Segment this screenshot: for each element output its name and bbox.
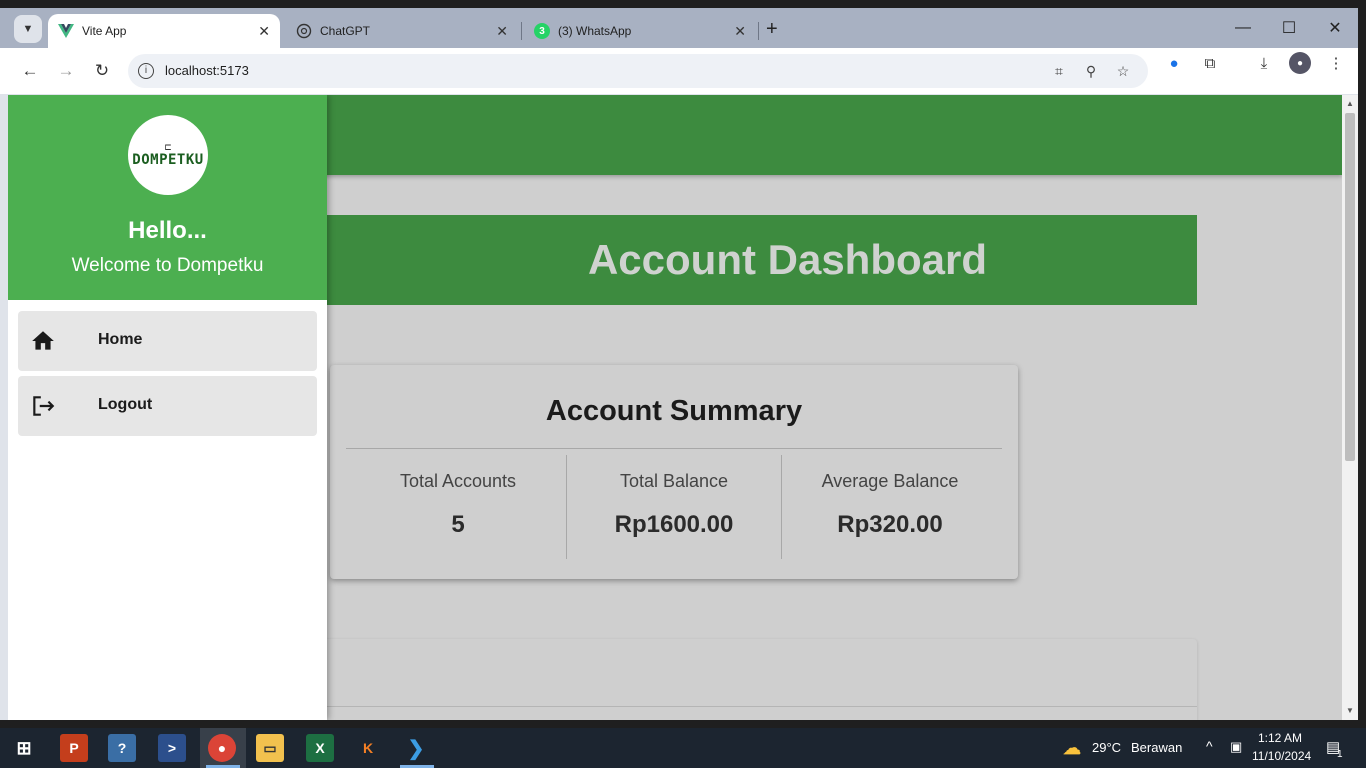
close-icon[interactable]: ✕ xyxy=(734,23,746,40)
scroll-down-icon[interactable]: ▼ xyxy=(1345,706,1355,716)
vscode-icon[interactable]: ❯ xyxy=(402,734,430,762)
page-scrollbar[interactable]: ▲ ▼ xyxy=(1342,95,1358,720)
notification-count: 1 xyxy=(1337,749,1343,760)
navigation-drawer: ⊏ DOMPETKU Hello... Welcome to Dompetku … xyxy=(8,95,327,720)
close-icon[interactable]: ✕ xyxy=(258,23,270,40)
wallet-icon: ⊏ xyxy=(164,142,172,152)
close-icon[interactable]: ✕ xyxy=(496,23,508,40)
stat-label: Total Accounts xyxy=(399,471,517,491)
tab-title: (3) WhatsApp xyxy=(558,24,632,38)
weather-temp: 29°C xyxy=(1092,740,1122,755)
greeting: Hello... xyxy=(128,217,207,244)
tab-search-button[interactable]: ▼ xyxy=(14,15,42,43)
powershell-icon[interactable]: > xyxy=(158,734,186,762)
stat-value: Rp320.00 xyxy=(837,511,943,538)
chatgpt-icon xyxy=(296,23,312,39)
translate-icon[interactable]: ⌗ xyxy=(1050,62,1068,80)
new-tab-button[interactable]: + xyxy=(766,18,778,41)
app-logo: ⊏ DOMPETKU xyxy=(128,115,208,195)
stat-total-accounts: Total Accounts 5 xyxy=(350,455,566,559)
nav-label: Home xyxy=(98,331,143,348)
clock-date[interactable]: 11/10/2024 xyxy=(1252,749,1311,763)
meet-icon[interactable]: ▣ xyxy=(1230,739,1242,755)
summary-title: Account Summary xyxy=(545,395,803,427)
tab-strip: ▼ Vite App ✕ ChatGPT ✕ 3 (3) WhatsApp ✕ xyxy=(0,8,1358,48)
scroll-up-icon[interactable]: ▲ xyxy=(1345,99,1355,109)
address-bar[interactable]: i localhost:5173 ⌗ ⚲ ☆ xyxy=(128,54,1148,88)
weather-icon[interactable]: ☁ xyxy=(1058,734,1086,762)
tab-vite-app[interactable]: Vite App ✕ xyxy=(48,14,280,48)
stat-label: Average Balance xyxy=(821,471,959,491)
account-summary-card: Account Summary Total Accounts 5 Total B… xyxy=(330,365,1018,579)
bookmark-star-icon[interactable]: ☆ xyxy=(1114,62,1132,80)
extension-icon[interactable]: ● xyxy=(1163,52,1185,74)
tab-chatgpt[interactable]: ChatGPT ✕ xyxy=(286,14,518,48)
download-icon[interactable]: ⤓ xyxy=(1253,52,1275,74)
maximize-button[interactable]: ☐ xyxy=(1266,14,1312,42)
welcome-text: Welcome to Dompetku xyxy=(71,255,264,276)
menu-dots-icon[interactable]: ⋮ xyxy=(1325,52,1347,74)
tab-separator xyxy=(521,22,522,40)
clock-time[interactable]: 1:12 AM xyxy=(1258,731,1302,745)
whatsapp-icon: 3 xyxy=(534,23,550,39)
stat-total-balance: Total Balance Rp1600.00 xyxy=(566,455,782,559)
nav-item-logout[interactable]: Logout xyxy=(18,376,317,436)
page-viewport: Account Dashboard Account Summary Total … xyxy=(8,95,1342,720)
reload-button[interactable]: ↻ xyxy=(90,59,114,83)
home-icon xyxy=(30,328,56,354)
chevron-up-icon[interactable]: ^ xyxy=(1206,738,1213,754)
stat-value: Rp1600.00 xyxy=(614,511,734,538)
close-window-button[interactable]: ✕ xyxy=(1312,14,1358,42)
scroll-thumb[interactable] xyxy=(1345,113,1355,461)
nav-label: Logout xyxy=(98,396,153,413)
puzzle-icon[interactable]: ⧉ xyxy=(1199,52,1221,74)
dashboard-title: Account Dashboard xyxy=(587,236,988,283)
tab-title: ChatGPT xyxy=(320,24,371,38)
powerpoint-icon[interactable]: P xyxy=(60,734,88,762)
profile-avatar[interactable]: ● xyxy=(1289,52,1311,74)
logout-icon xyxy=(30,393,56,419)
taskbar: ⊞ P ? > ● ▭ X K ❯ ☁ 29°C Berawan ^ ▣ 1:1… xyxy=(0,728,1366,768)
browser-toolbar: ← → ↻ i localhost:5173 ⌗ ⚲ ☆ xyxy=(0,48,1358,94)
forward-button[interactable]: → xyxy=(54,59,78,83)
excel-icon[interactable]: X xyxy=(306,734,334,762)
back-button[interactable]: ← xyxy=(18,59,42,83)
drawer-header: ⊏ DOMPETKU Hello... Welcome to Dompetku xyxy=(8,95,327,300)
stat-label: Total Balance xyxy=(619,471,729,491)
tab-whatsapp[interactable]: 3 (3) WhatsApp ✕ xyxy=(524,14,756,48)
vue-icon xyxy=(58,23,74,39)
chevron-down-icon: ▼ xyxy=(22,23,34,35)
weather-text: Berawan xyxy=(1131,740,1183,755)
stat-average-balance: Average Balance Rp320.00 xyxy=(782,455,998,559)
file-explorer-icon[interactable]: ▭ xyxy=(256,734,284,762)
stat-value: 5 xyxy=(451,511,465,538)
tab-separator xyxy=(758,22,759,40)
info-icon[interactable]: i xyxy=(138,63,154,79)
screen: ▼ Vite App ✕ ChatGPT ✕ 3 (3) WhatsApp ✕ xyxy=(0,0,1366,768)
minimize-button[interactable]: — xyxy=(1220,14,1266,42)
zoom-icon[interactable]: ⚲ xyxy=(1082,62,1100,80)
url-text: localhost:5173 xyxy=(165,63,249,78)
control-panel-icon[interactable]: ? xyxy=(108,734,136,762)
chrome-icon[interactable]: ● xyxy=(208,734,236,762)
divider xyxy=(346,448,1002,449)
dashboard-banner: Account Dashboard xyxy=(268,215,1197,305)
tab-title: Vite App xyxy=(82,24,127,38)
logo-text: DOMPETKU xyxy=(132,152,204,168)
windows-start-icon[interactable]: ⊞ xyxy=(10,734,38,762)
jetbrains-icon[interactable]: K xyxy=(354,734,382,762)
nav-item-home[interactable]: Home xyxy=(18,311,317,371)
